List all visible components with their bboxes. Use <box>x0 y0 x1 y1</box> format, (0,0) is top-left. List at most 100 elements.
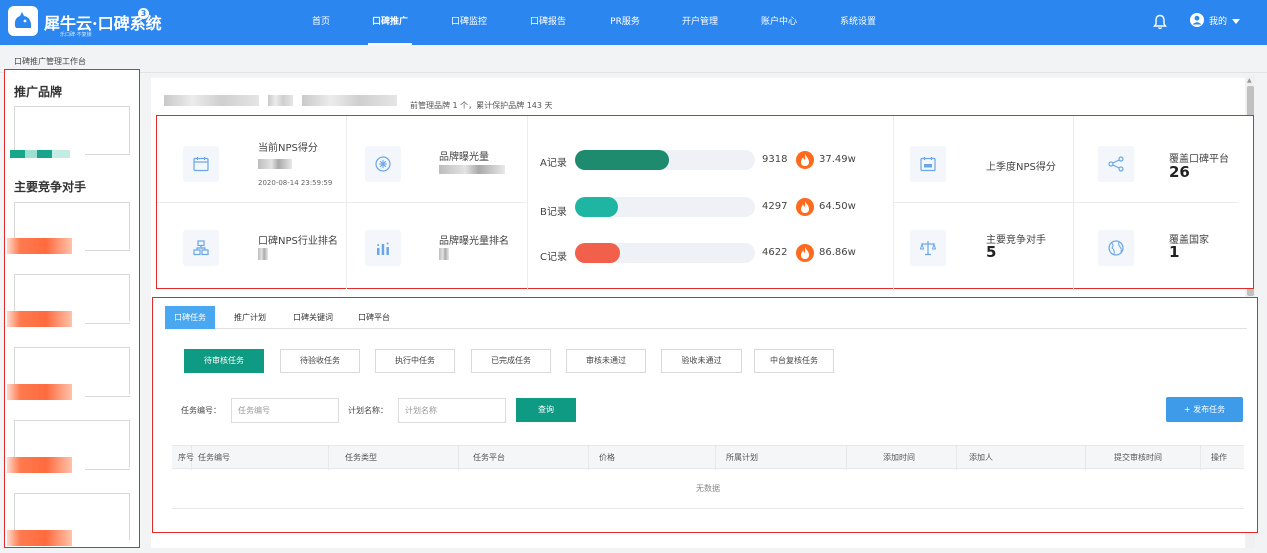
nps-rank-value-blurred <box>258 248 268 260</box>
competitors-title: 主要竞争对手 <box>14 180 87 194</box>
nav-home[interactable]: 首页 <box>302 0 340 45</box>
account-info-blurred <box>302 95 397 106</box>
platforms-cell: 覆盖口碑平台 26 <box>1074 116 1238 203</box>
nav-system-settings[interactable]: 系统设置 <box>835 0 881 45</box>
breadcrumb: 口碑推广管理工作台 <box>14 57 86 66</box>
scroll-up-arrow-icon[interactable]: ▲ <box>1247 77 1252 84</box>
user-menu-label[interactable]: 我的 <box>1209 14 1227 27</box>
column-task-number[interactable]: 任务编号 <box>192 446 329 470</box>
nps-score-cell: 当前NPS得分 2020-08-14 23:59:59 <box>157 116 347 203</box>
column-submit-time[interactable]: 提交审核时间 <box>1086 446 1201 470</box>
competitor-name-blurred <box>7 457 72 473</box>
tab-word-of-mouth-tasks[interactable]: 口碑任务 <box>165 306 215 329</box>
nav-pr-service[interactable]: PR服务 <box>605 0 645 45</box>
task-tabs: 口碑任务 推广计划 口碑关键词 口碑平台 <box>165 306 1247 329</box>
fire-icon <box>796 198 814 216</box>
user-avatar-icon[interactable] <box>1190 13 1204 27</box>
plan-name-input[interactable]: 计划名称 <box>398 398 506 423</box>
competitors-count-value: 5 <box>986 243 997 261</box>
plan-name-label: 计划名称： <box>348 406 388 415</box>
brand-slogan: 乐口碑·不复锁 <box>60 32 92 38</box>
nps-rank-cell: 口碑NPS行业排名 <box>157 203 347 290</box>
divider <box>85 396 130 397</box>
pending-acceptance-button[interactable]: 待验收任务 <box>280 349 360 373</box>
brand-exposure-value-blurred <box>439 165 505 174</box>
account-info-blurred <box>268 95 293 106</box>
tab-keywords[interactable]: 口碑关键词 <box>285 306 341 329</box>
query-button[interactable]: 查询 <box>516 398 576 422</box>
globe-icon <box>1098 230 1134 266</box>
completed-button[interactable]: 已完成任务 <box>471 349 551 373</box>
column-plan[interactable]: 所属计划 <box>716 446 847 470</box>
nav-promotion[interactable]: 口碑推广 <box>368 0 412 45</box>
competitor-name-blurred <box>7 530 72 546</box>
nps-score-label: 当前NPS得分 <box>258 143 318 154</box>
column-added-by[interactable]: 添加人 <box>957 446 1086 470</box>
brand-summary-text: 前管理品牌 1 个，累计保护品牌 143 天 <box>410 101 553 110</box>
nav-report[interactable]: 口碑报告 <box>526 0 570 45</box>
divider <box>85 154 130 155</box>
org-chart-icon <box>183 230 219 266</box>
records-cell: A记录 9318 37.49w B记录 4297 64.50w C记录 4622… <box>528 116 894 290</box>
nav-account-opening[interactable]: 开户管理 <box>677 0 723 45</box>
column-task-platform[interactable]: 任务平台 <box>459 446 589 470</box>
record-a-label: A记录 <box>540 158 567 169</box>
nav-account-center[interactable]: 账户中心 <box>756 0 802 45</box>
task-number-input[interactable]: 任务编号 <box>231 398 339 423</box>
column-actions[interactable]: 操作 <box>1201 446 1244 470</box>
platform-recheck-button[interactable]: 中台复核任务 <box>754 349 834 373</box>
acceptance-rejected-button[interactable]: 验收未通过 <box>661 349 742 373</box>
pending-review-button[interactable]: 待审核任务 <box>184 349 264 373</box>
in-progress-button[interactable]: 执行中任务 <box>375 349 455 373</box>
brand-sidebar: 推广品牌 主要竞争对手 <box>4 69 140 548</box>
competitor-name-blurred <box>7 238 72 254</box>
nps-score-value-blurred <box>258 159 292 169</box>
column-task-type[interactable]: 任务类型 <box>329 446 459 470</box>
publish-task-button[interactable]: + 发布任务 <box>1166 397 1243 422</box>
fire-icon <box>796 151 814 169</box>
nps-rank-label: 口碑NPS行业排名 <box>258 236 338 247</box>
record-a-bar <box>575 150 669 170</box>
nav-monitoring[interactable]: 口碑监控 <box>447 0 491 45</box>
countries-cell: 覆盖国家 1 <box>1074 203 1238 290</box>
promoted-brand-card[interactable] <box>14 106 130 153</box>
bar-chart-icon <box>365 230 401 266</box>
record-c-amount: 86.86w <box>819 247 856 258</box>
scale-icon <box>910 230 946 266</box>
column-index[interactable]: 序号 <box>172 446 194 470</box>
record-b-label: B记录 <box>540 207 567 218</box>
competitor-name-blurred <box>7 384 72 400</box>
nps-score-date: 2020-08-14 23:59:59 <box>258 179 333 187</box>
record-c-bar <box>575 243 620 263</box>
breadcrumb-divider <box>0 72 1267 73</box>
divider <box>85 250 130 251</box>
promoted-brand-name-blurred <box>10 150 70 158</box>
platforms-value: 26 <box>1169 163 1190 181</box>
promoted-brand-title: 推广品牌 <box>14 85 63 99</box>
last-quarter-nps-label: 上季度NPS得分 <box>986 162 1056 173</box>
exposure-rank-cell: 品牌曝光量排名 <box>347 203 528 290</box>
top-navigation-bar: 犀牛云·口碑系统 3 乐口碑·不复锁 首页 口碑推广 口碑监控 口碑报告 PR服… <box>0 0 1267 45</box>
divider <box>85 469 130 470</box>
rhino-logo[interactable] <box>8 6 38 36</box>
task-number-label: 任务编号： <box>181 406 221 415</box>
table-empty-message: 无数据 <box>172 469 1244 509</box>
last-quarter-nps-cell: 上季度NPS得分 <box>894 116 1074 203</box>
column-added-time[interactable]: 添加时间 <box>847 446 957 470</box>
bell-icon[interactable] <box>1153 14 1167 33</box>
record-c-count: 4622 <box>762 247 788 258</box>
tab-platforms[interactable]: 口碑平台 <box>351 306 397 329</box>
column-price[interactable]: 价格 <box>589 446 716 470</box>
record-b-count: 4297 <box>762 201 788 212</box>
record-b-amount: 64.50w <box>819 201 856 212</box>
record-c-label: C记录 <box>540 252 567 263</box>
calendar-icon <box>183 146 219 182</box>
review-rejected-button[interactable]: 审核未通过 <box>566 349 646 373</box>
caret-down-icon[interactable] <box>1232 19 1240 24</box>
brand-exposure-cell: 品牌曝光量 <box>347 116 528 203</box>
brand-stats-panel: 当前NPS得分 2020-08-14 23:59:59 品牌曝光量 口碑NPS行… <box>156 115 1254 290</box>
record-a-amount: 37.49w <box>819 154 856 165</box>
calendar-list-icon <box>910 146 946 182</box>
brand-version-badge: 3 <box>138 8 149 19</box>
tab-promotion-plan[interactable]: 推广计划 <box>227 306 273 329</box>
